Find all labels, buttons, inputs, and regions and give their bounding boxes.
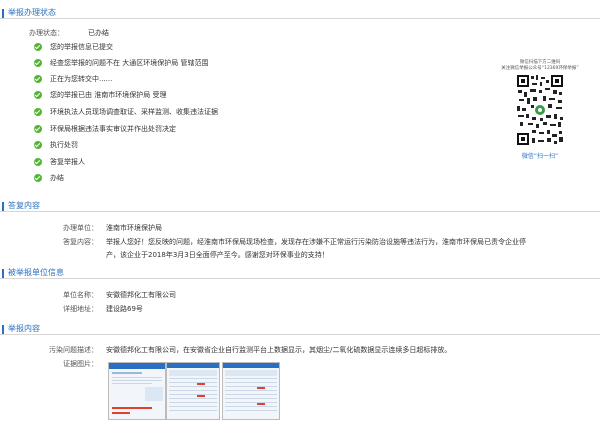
unit-label: 办理单位： <box>63 224 98 232</box>
evidence-thumbnail[interactable] <box>166 362 220 420</box>
check-icon <box>34 141 42 149</box>
section-marker <box>2 269 4 278</box>
section-marker <box>2 9 4 18</box>
check-icon <box>34 43 42 51</box>
reply-section: 答复内容 <box>0 201 600 212</box>
evidence-label: 证据图片： <box>63 360 98 368</box>
status-label: 办理状态： <box>29 29 64 37</box>
check-icon <box>34 108 42 116</box>
reply-content-line: 产，该企业于2018年3月3日全面停产至今。感谢您对环保事业的支持！ <box>106 251 329 259</box>
pollution-desc-label: 污染问题描述： <box>49 346 98 354</box>
section-title: 答复内容 <box>8 201 40 210</box>
reported-unit-section: 被举报单位信息 <box>0 268 600 279</box>
check-icon <box>34 75 42 83</box>
address-label: 详细地址： <box>63 305 98 313</box>
section-header: 举报内容 <box>0 324 600 335</box>
reply-content-label: 答复内容： <box>63 238 98 246</box>
evidence-thumbnail[interactable] <box>108 362 166 420</box>
section-header: 举报办理状态 <box>0 8 600 19</box>
section-marker <box>2 202 4 211</box>
reply-content-line: 举报人您好！您反映的问题，经淮南市环保局现场检查，发现存在涉嫌不正常运行污染防治… <box>106 238 526 246</box>
address-value: 建设路69号 <box>106 305 143 313</box>
check-icon <box>34 125 42 133</box>
check-icon <box>34 59 42 67</box>
step-label: 正在为您转交中...... <box>50 75 113 83</box>
section-header: 答复内容 <box>0 201 600 212</box>
step-label: 您的举报信息已提交 <box>50 43 113 51</box>
qr-caption-sub: 关注微信举报公众号“12369环保举报” <box>501 66 579 71</box>
step-label: 经查您举报的问题不在 大通区环境保护局 管辖范围 <box>50 59 209 67</box>
section-title: 被举报单位信息 <box>8 268 64 277</box>
check-icon <box>34 91 42 99</box>
evidence-thumbnail[interactable] <box>222 362 280 420</box>
section-title: 举报内容 <box>8 324 40 333</box>
section-header: 被举报单位信息 <box>0 268 600 279</box>
step-label: 您的举报已由 淮南市环境保护局 受理 <box>50 91 167 99</box>
section-title: 举报办理状态 <box>8 8 56 17</box>
unit-name-value: 安徽德邦化工有限公司 <box>106 291 176 299</box>
section-marker <box>2 325 4 334</box>
unit-name-label: 单位名称： <box>63 291 98 299</box>
qr-scan-label: 微信“扫一扫” <box>521 153 559 160</box>
step-label: 环保局根据违法事实审议并作出处罚决定 <box>50 125 176 133</box>
step-label: 环境执法人员现场调查取证、采样监测、收集违法证据 <box>50 108 218 116</box>
check-icon <box>34 158 42 166</box>
step-label: 执行处罚 <box>50 141 78 149</box>
check-icon <box>34 174 42 182</box>
qr-code-icon <box>516 74 564 146</box>
status-value: 已办结 <box>88 29 109 37</box>
report-content-section: 举报内容 <box>0 324 600 335</box>
pollution-desc-value: 安徽德邦化工有限公司，在安徽省企业自行监测平台上数据显示，其烟尘/二氧化硫数据显… <box>106 346 452 354</box>
unit-value: 淮南市环境保护局 <box>106 224 162 232</box>
step-label: 答复举报人 <box>50 158 85 166</box>
status-section: 举报办理状态 <box>0 8 600 19</box>
step-label: 办结 <box>50 174 64 182</box>
